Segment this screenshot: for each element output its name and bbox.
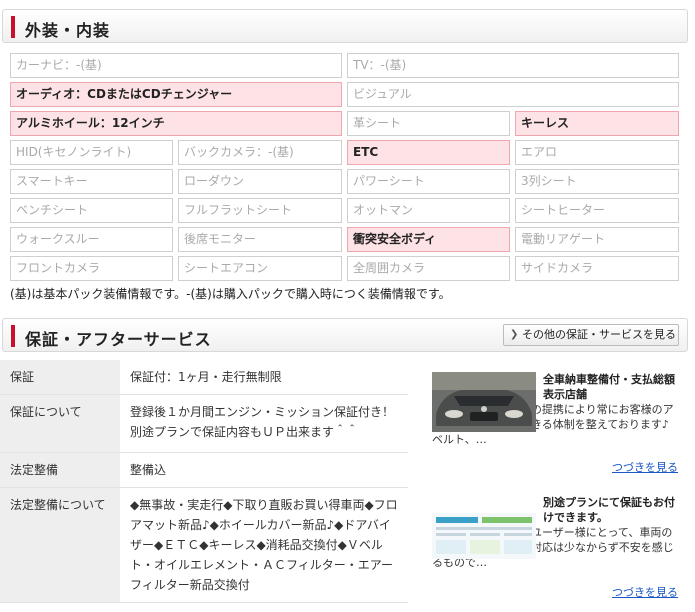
promo-read-more-link[interactable]: つづきを見る	[612, 460, 678, 475]
warranty-section-title: 保証・アフターサービス	[25, 330, 212, 349]
row-key: 法定整備について	[0, 487, 120, 603]
equip-cell: サイドカメラ	[515, 256, 679, 281]
plan-document-thumbnail[interactable]	[432, 513, 536, 559]
equip-cell: ベンチシート	[10, 198, 173, 223]
equip-cell: フルフラットシート	[178, 198, 342, 223]
equipment-section-header: 外装・内装	[2, 9, 688, 43]
row-key: 保証について	[0, 394, 120, 453]
car-photo-thumbnail[interactable]	[432, 372, 536, 432]
equip-cell: カーナビ：-(基)	[10, 53, 342, 78]
row-key: 法定整備	[0, 452, 120, 488]
equip-cell: スマートキー	[10, 169, 173, 194]
equip-cell: キーレス	[515, 111, 679, 136]
section-accent-bar	[11, 325, 15, 347]
promo-title: 別途プランにて保証もお付けできます。	[543, 496, 675, 524]
equip-cell: ETC	[347, 140, 510, 165]
warranty-table: 保証 保証付：1ヶ月・走行無制限 保証について 登録後１か月間エンジン・ミッショ…	[0, 360, 408, 603]
equip-cell: 3列シート	[515, 169, 679, 194]
row-value: 保証付：1ヶ月・走行無制限	[120, 360, 408, 395]
equip-cell: バックカメラ：-(基)	[178, 140, 342, 165]
chevron-right-icon: ❯	[510, 329, 519, 340]
equip-cell: ビジュアル	[347, 82, 679, 107]
row-value: 整備込	[120, 452, 408, 488]
row-value: 登録後１か月間エンジン・ミッション保証付き！別途プランで保証内容もＵＰ出来ます＾…	[120, 394, 408, 453]
equipment-section-title: 外装・内装	[25, 21, 111, 40]
equip-cell: 衝突安全ボディ	[347, 227, 510, 252]
promo-card: 別途プランにて保証もお付けできます。 中古車を購入されるユーザー様にとって、車両…	[432, 495, 678, 600]
equip-cell: 全周囲カメラ	[347, 256, 510, 281]
equip-cell: アルミホイール：12インチ	[10, 111, 342, 136]
equip-cell: シートエアコン	[178, 256, 342, 281]
more-button-label: その他の保証・サービスを見る	[522, 328, 676, 341]
row-value: ◆無事故・実走行◆下取り直販お買い得車両◆フロアマット新品♪◆ホイールカバー新品…	[120, 487, 408, 603]
other-warranty-services-button[interactable]: ❯ その他の保証・サービスを見る	[503, 324, 679, 346]
equip-cell: 後席モニター	[178, 227, 342, 252]
equip-cell: 電動リアゲート	[515, 227, 679, 252]
equip-cell: オーディオ：CDまたはCDチェンジャー	[10, 82, 342, 107]
table-row: 保証について 登録後１か月間エンジン・ミッション保証付き！別途プランで保証内容も…	[0, 394, 408, 453]
equip-cell: オットマン	[347, 198, 510, 223]
promo-title: 全車納車整備付・支払総額表示店舗	[543, 373, 675, 401]
section-accent-bar	[11, 16, 15, 38]
equipment-note: (基)は基本パック装備情報です。-(基)は購入パックで購入時につく装備情報です。	[10, 287, 451, 301]
equip-cell: 革シート	[347, 111, 510, 136]
equip-cell: エアロ	[515, 140, 679, 165]
equip-cell: ウォークスルー	[10, 227, 173, 252]
table-row: 法定整備 整備込	[0, 452, 408, 488]
table-row: 法定整備について ◆無事故・実走行◆下取り直販お買い得車両◆フロアマット新品♪◆…	[0, 487, 408, 603]
promo-card: 全車納車整備付・支払総額表示店舗 提携認証指定工場との提携により常にお客様のアフ…	[432, 372, 678, 477]
equip-cell: パワーシート	[347, 169, 510, 194]
equip-cell: TV：-(基)	[347, 53, 679, 78]
promo-read-more-link[interactable]: つづきを見る	[612, 585, 678, 600]
equip-cell: フロントカメラ	[10, 256, 173, 281]
row-key: 保証	[0, 360, 120, 395]
equip-cell: シートヒーター	[515, 198, 679, 223]
warranty-section-header: 保証・アフターサービス ❯ その他の保証・サービスを見る	[2, 318, 688, 352]
table-row: 保証 保証付：1ヶ月・走行無制限	[0, 360, 408, 395]
equip-cell: ローダウン	[178, 169, 342, 194]
equip-cell: HID(キセノンライト)	[10, 140, 173, 165]
